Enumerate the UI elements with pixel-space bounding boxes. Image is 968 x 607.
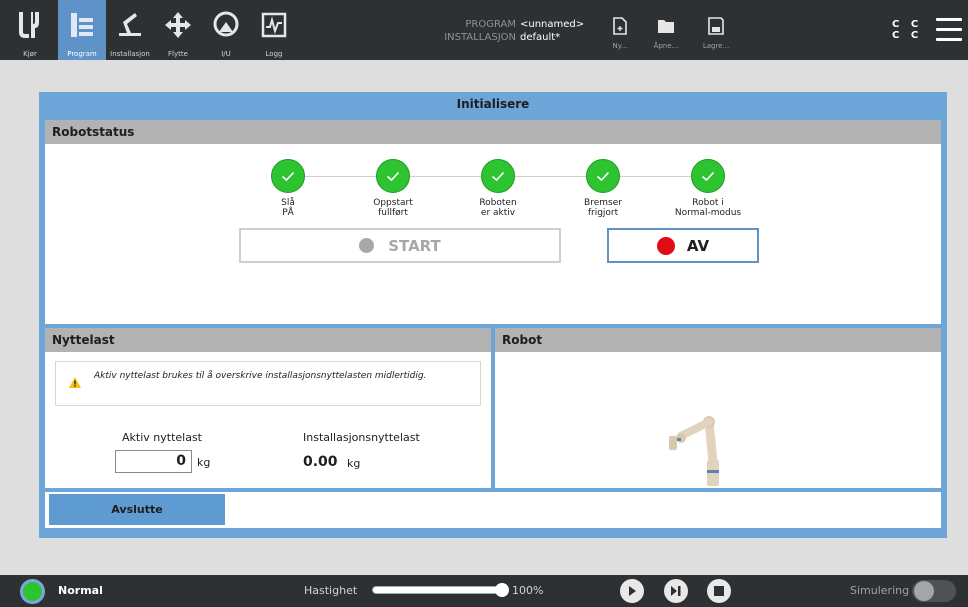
status-step-normal-mode: Robot i Normal-modus: [658, 159, 758, 218]
installation-icon: [119, 13, 141, 36]
check-icon: [586, 159, 620, 193]
nav-installation-label: Installasjon: [110, 50, 150, 58]
nav-run[interactable]: Kjør: [6, 0, 54, 60]
active-payload-label: Aktiv nyttelast: [122, 431, 202, 444]
payload-panel: Nyttelast Aktiv nyttelast brukes til å o…: [45, 328, 491, 488]
payload-note: Aktiv nyttelast brukes til å overskrive …: [55, 361, 481, 406]
program-icon: [71, 13, 93, 37]
status-step-label: Bremser frigjort: [584, 198, 622, 218]
new-file-icon: [613, 17, 627, 35]
cc-bottom: C C: [892, 30, 923, 41]
speed-slider[interactable]: [372, 583, 509, 597]
open-folder-icon: [658, 20, 674, 33]
check-icon: [376, 159, 410, 193]
installation-payload-unit: kg: [347, 457, 361, 470]
installation-key: INSTALLASJON: [444, 32, 516, 43]
cc-indicator: C C C C: [892, 19, 922, 41]
nav-installation[interactable]: Installasjon: [106, 0, 154, 60]
new-program-label: Ny...: [612, 42, 628, 50]
play-icon: [629, 586, 636, 596]
check-icon: [481, 159, 515, 193]
robot-status-text: Normal: [58, 584, 103, 597]
cc-top: C C: [892, 19, 923, 30]
top-bar: Kjør Program Installasjon Flytte I/U Log…: [0, 0, 968, 60]
log-icon: [261, 12, 287, 38]
nav-move[interactable]: Flytte: [154, 0, 202, 60]
check-icon: [691, 159, 725, 193]
robot-panel: Robot: [495, 328, 941, 488]
status-step-label: Robot i Normal-modus: [674, 198, 742, 218]
bottom-bar: Normal Hastighet 100% Simulering: [0, 575, 968, 607]
move-icon: [165, 12, 191, 38]
power-off-button-label: AV: [686, 236, 710, 255]
status-step-label: Oppstart fullført: [373, 198, 413, 218]
nav-run-label: Kjør: [23, 50, 37, 58]
step-button[interactable]: [664, 579, 688, 603]
nav-io[interactable]: I/U: [202, 0, 250, 60]
program-info: PROGRAM <unnamed> INSTALLASJON default*: [436, 18, 584, 44]
hamburger-menu-icon[interactable]: [936, 18, 962, 42]
open-program-label: Åpne...: [653, 42, 679, 50]
step-icon: [671, 586, 681, 596]
nav-program[interactable]: Program: [58, 0, 106, 60]
robot-status-panel: Robotstatus Slå PÅ Oppstart fullført Rob…: [45, 120, 941, 324]
save-icon: [708, 17, 724, 35]
status-step-label: Slå PÅ: [281, 198, 295, 218]
check-icon: [271, 159, 305, 193]
ur-logo-icon: [19, 12, 39, 38]
speed-label: Hastighet: [304, 584, 358, 597]
robot-status-indicator-icon[interactable]: [20, 579, 45, 604]
installation-payload-value: 0.00: [303, 454, 338, 470]
play-button[interactable]: [620, 579, 644, 603]
dialog-title: Initialisere: [456, 97, 530, 111]
active-payload-input[interactable]: 0: [115, 450, 192, 473]
program-key: PROGRAM: [465, 19, 516, 30]
initialize-dialog: Initialisere Robotstatus Slå PÅ Oppstart…: [39, 92, 947, 538]
nav-log-label: Logg: [265, 50, 283, 58]
speed-value: 100%: [512, 584, 544, 597]
status-step-robot-active: Roboten er aktiv: [448, 159, 548, 218]
robot-arm-image: [669, 416, 719, 486]
io-icon: [213, 11, 239, 37]
power-off-button[interactable]: AV: [607, 228, 759, 263]
simulation-toggle[interactable]: [912, 580, 956, 602]
save-program-button[interactable]: Lagre...: [696, 17, 736, 50]
status-step-boot-complete: Oppstart fullført: [343, 159, 443, 218]
nav-program-label: Program: [67, 50, 97, 58]
payload-header: Nyttelast: [45, 328, 491, 352]
speed-slider-handle[interactable]: [495, 583, 509, 597]
status-step-brakes-released: Bremser frigjort: [553, 159, 653, 218]
active-payload-unit: kg: [197, 456, 211, 469]
stop-button[interactable]: [707, 579, 731, 603]
save-program-label: Lagre...: [702, 42, 730, 50]
status-step-power-on: Slå PÅ: [238, 159, 338, 218]
exit-button[interactable]: Avslutte: [49, 494, 225, 525]
robot-status-header: Robotstatus: [45, 120, 941, 144]
simulation-toggle-knob: [914, 581, 934, 601]
open-program-button[interactable]: Åpne...: [646, 17, 686, 50]
new-program-button[interactable]: Ny...: [600, 17, 640, 50]
payload-note-text: Aktiv nyttelast brukes til å overskrive …: [94, 371, 427, 381]
nav-log[interactable]: Logg: [250, 0, 298, 60]
robot-header: Robot: [495, 328, 941, 352]
installation-name: default*: [520, 32, 561, 43]
start-button-label: START: [388, 236, 441, 255]
nav-io-label: I/U: [221, 50, 231, 58]
nav-move-label: Flytte: [168, 50, 188, 58]
program-name: <unnamed>: [520, 19, 585, 30]
red-indicator-icon: [656, 236, 675, 255]
simulation-label: Simulering: [850, 584, 910, 597]
installation-payload-label: Installasjonsnyttelast: [303, 431, 420, 444]
start-button[interactable]: START: [239, 228, 561, 263]
status-step-label: Roboten er aktiv: [479, 198, 517, 218]
warning-icon: [69, 377, 81, 388]
start-indicator-icon: [359, 238, 375, 253]
stop-icon: [714, 586, 724, 596]
